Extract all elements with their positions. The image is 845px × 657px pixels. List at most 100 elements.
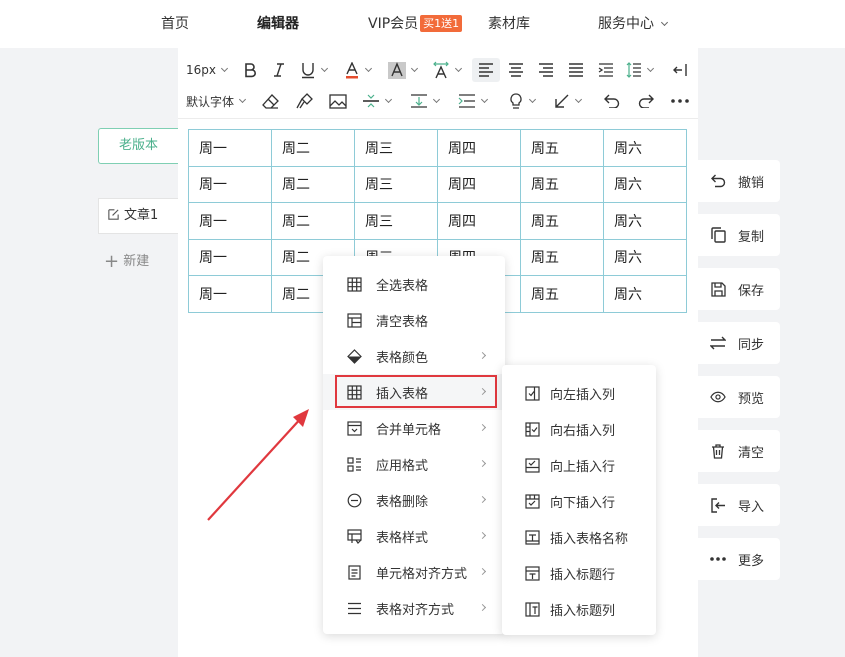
eraser-icon[interactable] bbox=[260, 89, 280, 113]
document-item[interactable]: 文章1 bbox=[98, 198, 178, 234]
action-button[interactable]: 导入 bbox=[698, 484, 780, 526]
undo-icon[interactable] bbox=[602, 89, 622, 113]
table-cell[interactable]: 周四 bbox=[437, 129, 521, 167]
apply-format-icon bbox=[346, 456, 362, 472]
submenu-item[interactable]: 向左插入列 bbox=[502, 375, 656, 411]
align-justify-icon[interactable] bbox=[566, 58, 586, 82]
table-cell[interactable]: 周六 bbox=[603, 202, 687, 240]
context-menu-item[interactable]: 表格样式 bbox=[323, 518, 505, 554]
table-cell[interactable]: 周五 bbox=[520, 129, 604, 167]
action-button[interactable]: 复制 bbox=[698, 214, 780, 256]
context-menu-item-label: 全选表格 bbox=[376, 278, 429, 294]
trash-icon bbox=[710, 443, 726, 459]
table-cell[interactable]: 周三 bbox=[354, 202, 438, 240]
table-cell[interactable]: 周六 bbox=[603, 165, 687, 203]
font-size-select[interactable]: 16px bbox=[186, 58, 229, 82]
align-center-icon[interactable] bbox=[506, 58, 526, 82]
font-spacing-icon[interactable] bbox=[432, 58, 463, 82]
paint-bucket-icon bbox=[346, 348, 362, 364]
new-document-button[interactable]: + 新建 bbox=[98, 244, 178, 280]
lightbulb-icon[interactable] bbox=[508, 89, 537, 113]
context-menu-item[interactable]: 插入表格 bbox=[323, 374, 505, 410]
redo-icon[interactable] bbox=[636, 89, 656, 113]
nav-home[interactable]: 首页 bbox=[161, 14, 189, 34]
submenu-item[interactable]: 向右插入列 bbox=[502, 411, 656, 447]
table-cell[interactable]: 周三 bbox=[354, 129, 438, 167]
context-menu-item[interactable]: 清空表格 bbox=[323, 302, 505, 338]
action-button[interactable]: 同步 bbox=[698, 322, 780, 364]
table-cell[interactable]: 周二 bbox=[271, 202, 355, 240]
table-cell[interactable]: 周一 bbox=[188, 165, 272, 203]
nav-service[interactable]: 服务中心 bbox=[598, 14, 669, 34]
nav-vip[interactable]: VIP会员 买1送1 bbox=[368, 14, 463, 34]
action-button[interactable]: 更多 bbox=[698, 538, 780, 580]
table-cell[interactable]: 周六 bbox=[603, 129, 687, 167]
table-cell[interactable]: 周三 bbox=[354, 165, 438, 203]
context-menu-item[interactable]: 表格颜色 bbox=[323, 338, 505, 374]
table-cell[interactable]: 周一 bbox=[188, 202, 272, 240]
edit-icon bbox=[108, 209, 119, 220]
action-button-label: 同步 bbox=[738, 337, 765, 353]
submenu-item[interactable]: 向上插入行 bbox=[502, 447, 656, 483]
arrow-diagonal-icon[interactable] bbox=[554, 89, 583, 113]
highlight-color-icon[interactable] bbox=[388, 58, 419, 82]
table-cell[interactable]: 周二 bbox=[271, 165, 355, 203]
image-icon[interactable] bbox=[328, 89, 348, 113]
context-menu-item[interactable]: 表格删除 bbox=[323, 482, 505, 518]
undo-icon bbox=[710, 173, 726, 189]
table-cell[interactable]: 周四 bbox=[437, 202, 521, 240]
table-cell[interactable]: 周一 bbox=[188, 275, 272, 313]
font-family-select[interactable]: 默认字体 bbox=[186, 89, 247, 113]
indent-spacing-icon[interactable] bbox=[458, 89, 489, 113]
table-cell[interactable]: 周五 bbox=[520, 165, 604, 203]
chevron-down-icon bbox=[410, 64, 419, 73]
underline-icon[interactable] bbox=[300, 58, 329, 82]
context-menu-item[interactable]: 表格对齐方式 bbox=[323, 590, 505, 626]
nav-materials[interactable]: 素材库 bbox=[488, 14, 530, 34]
chevron-right-icon bbox=[478, 603, 487, 612]
font-size-value: 16px bbox=[186, 63, 216, 77]
italic-icon[interactable] bbox=[271, 58, 287, 82]
context-menu-item-label: 清空表格 bbox=[376, 314, 429, 330]
toolbar-row-1: 16px bbox=[178, 55, 698, 85]
context-menu-item[interactable]: 合并单元格 bbox=[323, 410, 505, 446]
align-right-icon[interactable] bbox=[536, 58, 556, 82]
table-cell[interactable]: 周六 bbox=[603, 238, 687, 276]
more-dots-icon[interactable] bbox=[670, 89, 690, 113]
submenu-item[interactable]: 插入表格名称 bbox=[502, 519, 656, 555]
context-menu-item[interactable]: 单元格对齐方式 bbox=[323, 554, 505, 590]
table-cell[interactable]: 周五 bbox=[520, 238, 604, 276]
submenu-item[interactable]: 向下插入行 bbox=[502, 483, 656, 519]
context-menu-item-label: 插入表格 bbox=[376, 386, 429, 402]
table-cell[interactable]: 周一 bbox=[188, 129, 272, 167]
table-cell[interactable]: 周五 bbox=[520, 202, 604, 240]
line-height-icon[interactable] bbox=[626, 58, 655, 82]
indent-icon[interactable] bbox=[596, 58, 616, 82]
action-button[interactable]: 清空 bbox=[698, 430, 780, 472]
font-color-icon[interactable] bbox=[344, 58, 373, 82]
exit-format-icon[interactable] bbox=[670, 58, 690, 82]
table-cell[interactable]: 周一 bbox=[188, 238, 272, 276]
submenu-item[interactable]: 插入标题行 bbox=[502, 555, 656, 591]
bold-icon[interactable] bbox=[242, 58, 258, 82]
action-button[interactable]: 预览 bbox=[698, 376, 780, 418]
table-cell[interactable]: 周五 bbox=[520, 275, 604, 313]
submenu-item-label: 插入标题列 bbox=[550, 603, 616, 619]
old-version-button[interactable]: 老版本 bbox=[98, 128, 178, 164]
submenu-item[interactable]: 插入标题列 bbox=[502, 591, 656, 627]
format-painter-icon[interactable] bbox=[294, 89, 314, 113]
table-cell[interactable]: 周六 bbox=[603, 275, 687, 313]
context-menu-item[interactable]: 应用格式 bbox=[323, 446, 505, 482]
table-cell[interactable]: 周二 bbox=[271, 129, 355, 167]
divider-insert-icon[interactable] bbox=[362, 89, 393, 113]
action-button[interactable]: 撤销 bbox=[698, 160, 780, 202]
context-menu-item-label: 单元格对齐方式 bbox=[376, 566, 468, 582]
align-left-icon[interactable] bbox=[472, 58, 500, 82]
table-cell[interactable]: 周四 bbox=[437, 165, 521, 203]
context-menu-item[interactable]: 全选表格 bbox=[323, 266, 505, 302]
chevron-down-icon bbox=[220, 64, 229, 73]
paragraph-spacing-icon[interactable] bbox=[410, 89, 441, 113]
plus-icon: + bbox=[104, 251, 120, 272]
action-button[interactable]: 保存 bbox=[698, 268, 780, 310]
nav-editor[interactable]: 编辑器 bbox=[257, 14, 299, 34]
